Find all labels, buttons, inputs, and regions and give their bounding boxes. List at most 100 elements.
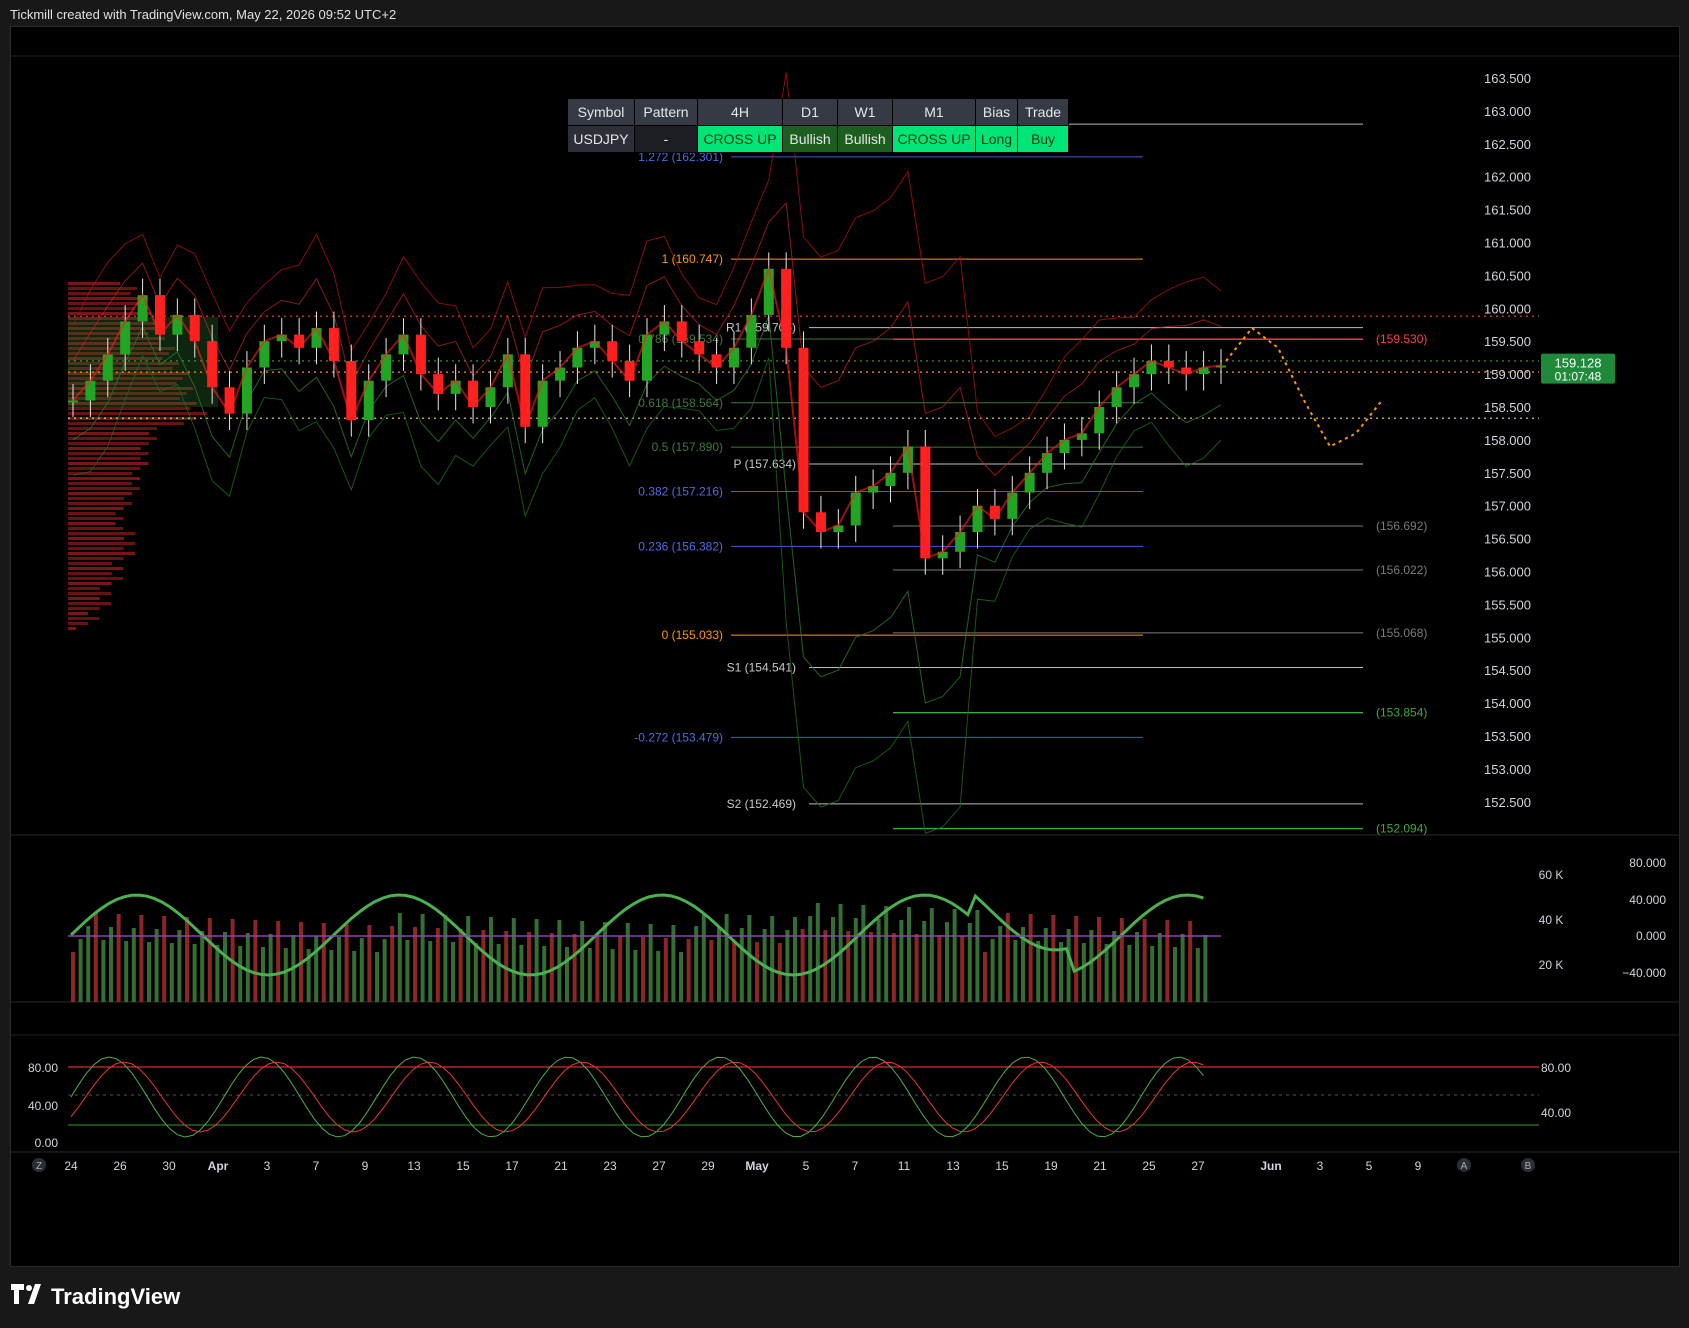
volume-profile-bar <box>68 447 141 450</box>
volume-bar <box>466 916 471 1002</box>
volume-bar <box>800 929 805 1002</box>
level-label: (153.854) <box>1376 706 1427 720</box>
volume-bar <box>884 906 889 1002</box>
volume-left-tick: 20 K <box>1539 958 1564 972</box>
volume-profile-bar <box>68 437 157 440</box>
volume-bar <box>496 944 501 1002</box>
volume-bar <box>572 934 577 1002</box>
volume-bar <box>945 922 949 1002</box>
volume-bar <box>952 909 957 1002</box>
time-axis-label: 5 <box>1366 1159 1373 1173</box>
volume-bar <box>1036 941 1041 1002</box>
volume-profile-bar <box>68 597 100 600</box>
level-label: (159.530) <box>1376 332 1427 346</box>
volume-bar <box>1051 915 1056 1002</box>
volume-bar <box>679 952 683 1002</box>
forecast-path <box>1225 326 1383 448</box>
volume-profile-bar <box>68 577 124 580</box>
time-axis-label: 11 <box>898 1159 911 1173</box>
volume-bar <box>1127 945 1132 1002</box>
volume-bar <box>93 913 98 1002</box>
volume-bar <box>998 926 1003 1002</box>
signal-value-symbol: USDJPY <box>567 125 635 153</box>
volume-bar <box>527 932 531 1002</box>
volume-bar <box>815 903 820 1002</box>
time-axis-label: 13 <box>946 1159 960 1173</box>
volume-bar <box>238 946 243 1002</box>
fib-label: 0.5 (157.890) <box>652 440 723 454</box>
volume-right-tick: 80.000 <box>1629 856 1666 870</box>
volume-bars <box>71 903 1208 1002</box>
volume-bar <box>587 948 592 1002</box>
volume-bar <box>557 920 562 1002</box>
volume-bar <box>732 941 737 1002</box>
time-axis-label: 27 <box>652 1159 666 1173</box>
volume-bar <box>185 917 189 1002</box>
fib-label: 0 (155.033) <box>662 628 723 642</box>
volume-bar <box>382 939 387 1002</box>
signal-header-4h: 4H <box>697 98 783 126</box>
volume-bar <box>405 940 410 1002</box>
volume-bar <box>352 951 357 1002</box>
pivot-label: S1 (154.541) <box>727 661 796 675</box>
time-axis-label: Apr <box>208 1159 229 1173</box>
volume-profile-bar <box>68 457 141 460</box>
chart-frame[interactable]: 163.500 163.000 162.500 162.000 161.500 161.0… <box>10 26 1680 1267</box>
chart-canvas[interactable]: 163.500 163.000 162.500 162.000 161.500 161.0… <box>11 27 1679 1266</box>
volume-bar <box>200 931 205 1002</box>
time-axis-label: 30 <box>162 1159 176 1173</box>
fib-label: 1 (160.747) <box>662 252 723 266</box>
time-axis-label: 9 <box>362 1159 369 1173</box>
volume-bar <box>701 913 706 1002</box>
volume-bar <box>1119 918 1124 1002</box>
volume-bar <box>131 928 136 1002</box>
time-axis-label: 29 <box>701 1159 715 1173</box>
signal-header-trade: Trade <box>1017 98 1069 126</box>
time-axis-label: May <box>745 1159 769 1173</box>
price-axis-tick: 159.000 <box>1484 367 1531 382</box>
volume-bar <box>1089 930 1094 1002</box>
volume-bar <box>899 920 904 1002</box>
volume-bar <box>603 922 607 1002</box>
price-axis-tick: 162.500 <box>1484 137 1531 152</box>
time-axis-label: 25 <box>1142 1159 1156 1173</box>
volume-bar <box>770 916 775 1002</box>
volume-bar <box>124 941 129 1002</box>
price-axis-tick: 160.500 <box>1484 268 1531 283</box>
volume-profile-bar <box>68 522 116 525</box>
volume-bar <box>747 915 752 1002</box>
volume-profile-bar <box>68 527 124 530</box>
time-axis-label: 27 <box>1191 1159 1205 1173</box>
volume-bar <box>565 947 569 1002</box>
price-axis-tick: 163.500 <box>1484 71 1531 86</box>
volume-profile-bar <box>68 612 88 615</box>
volume-bar <box>397 913 402 1002</box>
time-axis-label: 21 <box>554 1159 568 1173</box>
time-axis-label: 19 <box>1044 1159 1058 1173</box>
volume-bar <box>162 916 167 1002</box>
credit-line: Tickmill created with TradingView.com, M… <box>10 7 397 22</box>
volume-profile-bar <box>68 562 112 565</box>
time-axis-label: 3 <box>264 1159 271 1173</box>
volume-bar <box>610 949 615 1002</box>
volume-bar <box>147 942 151 1002</box>
time-axis-label: 24 <box>64 1159 78 1173</box>
fib-label: -0.272 (153.479) <box>634 730 723 744</box>
volume-bar <box>116 914 121 1002</box>
tradingview-logo[interactable]: TradingView <box>11 1284 180 1310</box>
volume-profile-bar <box>68 492 132 495</box>
volume-profile-bar <box>68 477 141 480</box>
volume-right-tick: 0.000 <box>1636 929 1666 943</box>
volume-profile-bar <box>68 547 124 550</box>
countdown-label: 01:07:48 <box>1555 370 1602 384</box>
volume-bar <box>1203 935 1208 1002</box>
volume-bar <box>960 936 965 1002</box>
volume-profile-bar <box>68 297 148 300</box>
time-axis-label: 26 <box>113 1159 127 1173</box>
volume-left-tick: 40 K <box>1539 913 1564 927</box>
volume-bar <box>724 914 729 1002</box>
volume-profile-bar <box>68 587 100 590</box>
volume-profile-bar <box>68 557 124 560</box>
volume-bar <box>101 940 106 1002</box>
fib-label: 0.236 (156.382) <box>638 539 723 553</box>
